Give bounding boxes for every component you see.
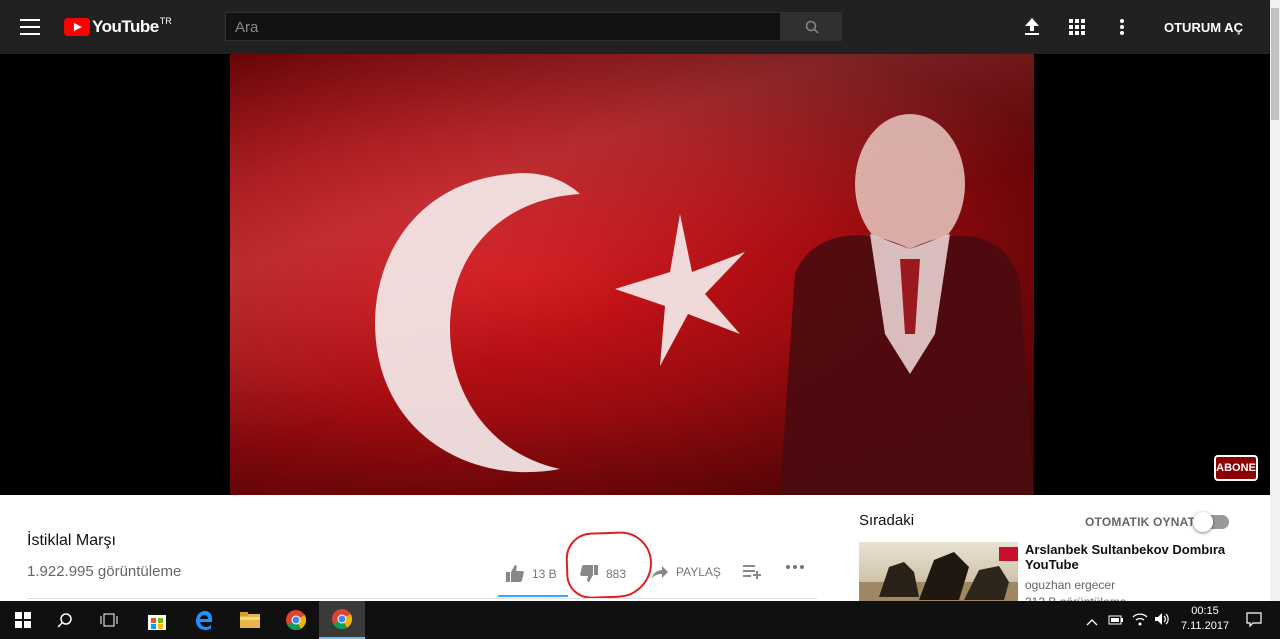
- view-count: 1.922.995 görüntüleme: [27, 563, 182, 580]
- share-icon: [652, 565, 668, 579]
- more-actions-button[interactable]: [786, 565, 804, 569]
- chevron-up-icon[interactable]: [1086, 613, 1098, 631]
- clock[interactable]: 00:15 7.11.2017: [1180, 604, 1230, 634]
- crescent-star-icon: [375, 173, 745, 473]
- edge-button[interactable]: [181, 601, 227, 639]
- chrome-icon: [286, 610, 306, 630]
- logo-region: TR: [159, 16, 172, 26]
- search-button[interactable]: [781, 12, 842, 41]
- search-icon: [57, 613, 72, 628]
- youtube-logo[interactable]: YouTube TR: [64, 16, 172, 37]
- windows-logo-icon: [15, 612, 31, 628]
- thumbs-up-icon: [506, 565, 524, 582]
- playlist-add-icon: [743, 565, 761, 579]
- subscribe-watermark[interactable]: ABONE: [1214, 455, 1258, 481]
- recommendation-thumbnail[interactable]: [859, 542, 1018, 601]
- video-frame[interactable]: [230, 54, 1034, 495]
- portrait-image: [780, 114, 1034, 495]
- volume-icon[interactable]: [1154, 612, 1170, 631]
- youtube-play-icon: [64, 18, 90, 36]
- search-input[interactable]: Ara: [225, 12, 781, 41]
- store-icon: [148, 615, 166, 630]
- file-explorer-button[interactable]: [227, 601, 273, 639]
- autoplay-toggle[interactable]: [1193, 512, 1229, 532]
- upload-icon[interactable]: [1022, 17, 1042, 37]
- windows-taskbar: [0, 601, 1280, 639]
- search-icon: [805, 20, 819, 34]
- more-vert-icon[interactable]: [1112, 17, 1132, 37]
- autoplay-label: OTOMATIK OYNAT: [1085, 515, 1196, 529]
- divider: [27, 598, 817, 599]
- chrome-button[interactable]: [273, 601, 319, 639]
- video-title: İstiklal Marşı: [27, 532, 116, 549]
- clock-date: 7.11.2017: [1180, 620, 1230, 632]
- page-scrollbar[interactable]: [1270, 0, 1280, 601]
- recommendation-title[interactable]: Arslanbek Sultanbekov Dombıra YouTube: [1025, 542, 1245, 572]
- like-bar: [498, 595, 568, 597]
- horsemen-image: [859, 547, 1018, 601]
- share-button[interactable]: PAYLAŞ: [652, 565, 721, 579]
- menu-icon[interactable]: [20, 19, 40, 35]
- like-button[interactable]: 13 B: [506, 565, 557, 582]
- task-view-icon: [100, 613, 118, 627]
- up-next-heading: Sıradaki: [859, 512, 915, 529]
- video-player[interactable]: ABONE: [0, 54, 1270, 495]
- signin-button[interactable]: OTURUM AÇ: [1164, 20, 1243, 35]
- masthead: YouTube TR Ara OTURUM AÇ: [0, 0, 1270, 54]
- add-to-playlist-button[interactable]: [743, 565, 761, 579]
- share-label: PAYLAŞ: [676, 565, 721, 579]
- task-view-button[interactable]: [86, 601, 132, 639]
- start-button[interactable]: [0, 601, 46, 639]
- folder-icon: [240, 612, 260, 628]
- toggle-knob: [1193, 512, 1213, 532]
- scrollbar-thumb[interactable]: [1271, 8, 1279, 120]
- clock-time: 00:15: [1191, 605, 1219, 617]
- like-count: 13 B: [532, 566, 557, 581]
- apps-icon[interactable]: [1067, 17, 1087, 37]
- annotation-circle: [564, 530, 654, 600]
- chrome-icon: [332, 609, 352, 629]
- wifi-icon[interactable]: [1132, 612, 1148, 631]
- recommendation-channel: oguzhan ergecer: [1025, 578, 1116, 592]
- notifications-icon[interactable]: [1246, 612, 1262, 633]
- store-button[interactable]: [134, 601, 180, 639]
- more-horiz-icon: [786, 565, 804, 569]
- search-taskbar-button[interactable]: [42, 601, 88, 639]
- edge-icon: [196, 611, 213, 630]
- battery-icon[interactable]: [1108, 613, 1124, 631]
- logo-text: YouTube: [92, 17, 159, 36]
- chrome-active-button[interactable]: [319, 601, 365, 639]
